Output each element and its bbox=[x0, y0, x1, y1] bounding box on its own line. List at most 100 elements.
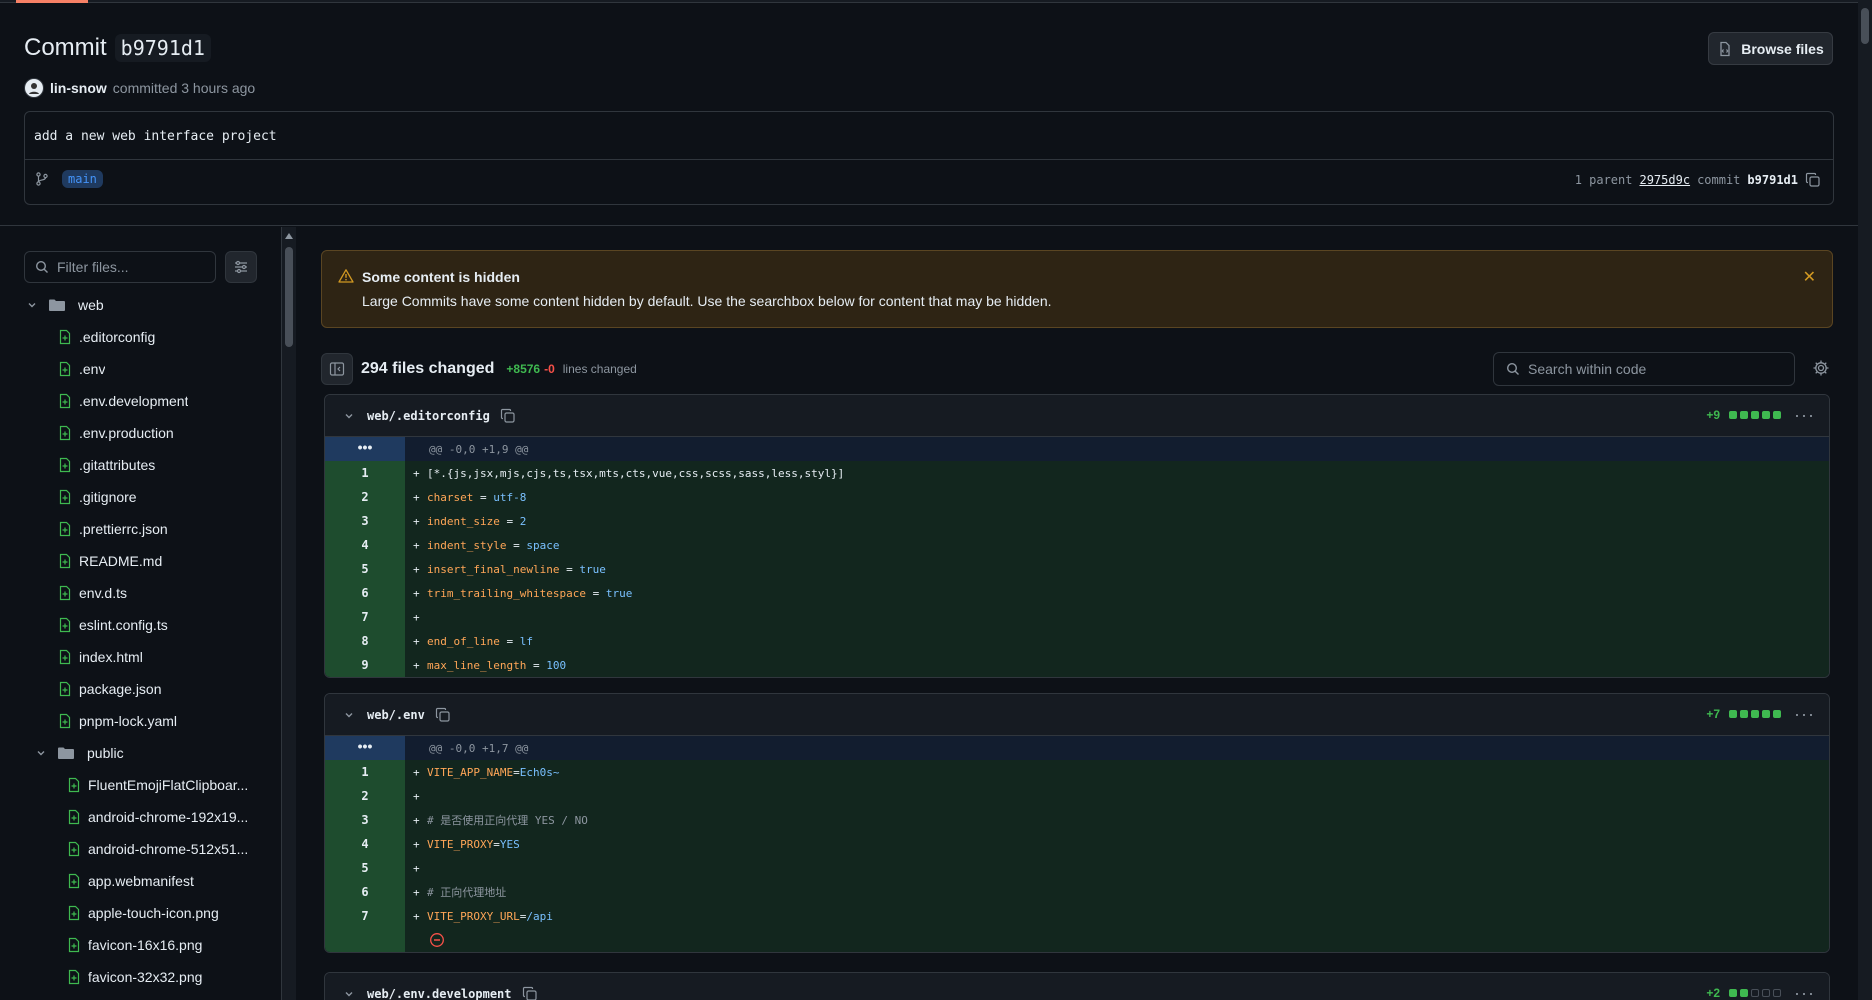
page-scroll-thumb[interactable] bbox=[1861, 8, 1869, 44]
close-icon[interactable]: ✕ bbox=[1803, 267, 1816, 287]
diff-stat-count: +9 bbox=[1706, 408, 1720, 422]
file-added-icon bbox=[57, 457, 73, 473]
chevron-down-icon[interactable] bbox=[35, 747, 47, 759]
line-number[interactable]: 7 bbox=[325, 605, 405, 629]
toggle-sidebar-button[interactable] bbox=[321, 353, 353, 385]
page-title: Commit b9791d1 bbox=[24, 34, 211, 62]
tree-file[interactable]: .editorconfig bbox=[0, 321, 270, 353]
gear-icon[interactable] bbox=[1812, 359, 1830, 377]
chevron-down-icon[interactable] bbox=[343, 709, 355, 721]
kebab-menu-icon[interactable]: ··· bbox=[1794, 704, 1815, 725]
tree-file[interactable]: .gitignore bbox=[0, 481, 270, 513]
line-number[interactable]: 2 bbox=[325, 784, 405, 808]
tree-file[interactable]: .env bbox=[0, 353, 270, 385]
files-changed-count: 294 files changed bbox=[361, 360, 495, 377]
copy-icon[interactable] bbox=[1805, 172, 1821, 188]
tree-file[interactable]: pnpm-lock.yaml bbox=[0, 705, 270, 737]
line-number[interactable]: 4 bbox=[325, 533, 405, 557]
copy-icon[interactable] bbox=[500, 408, 516, 424]
tree-file[interactable]: FluentEmojiFlatClipboar... bbox=[0, 769, 270, 801]
copy-icon[interactable] bbox=[435, 707, 451, 723]
kebab-menu-icon[interactable]: ··· bbox=[1794, 405, 1815, 426]
diff-filename[interactable]: web/.editorconfig bbox=[367, 409, 490, 423]
code-value: Ech0s~ bbox=[519, 765, 560, 779]
tree-item-label: android-chrome-512x51... bbox=[88, 841, 249, 857]
line-number[interactable]: 3 bbox=[325, 509, 405, 533]
diff-line: 3 + # 是否使用正向代理 YES / NO bbox=[325, 808, 1829, 832]
tree-file[interactable]: apple-touch-icon.png bbox=[0, 897, 270, 929]
hunk-header: ••• @@ -0,0 +1,7 @@ bbox=[325, 736, 1829, 760]
kebab-menu-icon[interactable]: ··· bbox=[1794, 983, 1815, 1000]
browse-files-button[interactable]: Browse files bbox=[1708, 32, 1833, 65]
tree-file[interactable]: favicon-32x32.png bbox=[0, 961, 270, 993]
diff-stat: +9 bbox=[1706, 408, 1781, 422]
tree-file[interactable]: eslint.config.ts bbox=[0, 609, 270, 641]
tree-file[interactable]: favicon-16x16.png bbox=[0, 929, 270, 961]
chevron-down-icon[interactable] bbox=[343, 410, 355, 422]
tree-file[interactable]: .env.development bbox=[0, 385, 270, 417]
line-code: charset = utf-8 bbox=[427, 491, 526, 504]
parent-sha-link[interactable]: 2975d9c bbox=[1639, 173, 1690, 187]
tree-file[interactable]: app.webmanifest bbox=[0, 865, 270, 897]
diff-filename[interactable]: web/.env.development bbox=[367, 987, 512, 1000]
code-operator: = bbox=[526, 658, 547, 672]
tree-file[interactable]: android-chrome-192x19... bbox=[0, 801, 270, 833]
line-number[interactable]: 5 bbox=[325, 856, 405, 880]
no-newline-row bbox=[325, 928, 1829, 952]
filter-files-input[interactable]: Filter files... bbox=[24, 251, 216, 283]
code-text: [*.{js,jsx,mjs,cjs,ts,tsx,mts,cts,vue,cs… bbox=[427, 466, 845, 480]
chevron-down-icon[interactable] bbox=[343, 988, 355, 1000]
line-number[interactable]: 3 bbox=[325, 808, 405, 832]
line-number[interactable]: 6 bbox=[325, 581, 405, 605]
tree-file[interactable]: package.json bbox=[0, 673, 270, 705]
diff-line: 7 + VITE_PROXY_URL=/api bbox=[325, 904, 1829, 928]
code-value: 2 bbox=[519, 514, 527, 528]
line-number[interactable]: 4 bbox=[325, 832, 405, 856]
file-added-icon bbox=[57, 361, 73, 377]
line-number[interactable]: 7 bbox=[325, 904, 405, 928]
hunk-range: @@ -0,0 +1,7 @@ bbox=[429, 741, 529, 755]
tree-folder-public[interactable]: public bbox=[0, 737, 270, 769]
scroll-thumb[interactable] bbox=[285, 247, 293, 347]
tree-file[interactable]: .env.production bbox=[0, 417, 270, 449]
line-number[interactable]: 9 bbox=[325, 653, 405, 677]
tree-file[interactable]: env.d.ts bbox=[0, 577, 270, 609]
branch-link[interactable]: main bbox=[62, 170, 103, 188]
file-added-icon bbox=[57, 713, 73, 729]
search-within-code-input[interactable]: Search within code bbox=[1493, 352, 1795, 386]
line-number[interactable]: 1 bbox=[325, 760, 405, 784]
line-number[interactable]: 8 bbox=[325, 629, 405, 653]
folder-icon bbox=[48, 297, 66, 313]
tree-item-label: .env bbox=[79, 361, 106, 377]
line-marker: + bbox=[413, 466, 420, 480]
tree-file[interactable]: index.html bbox=[0, 641, 270, 673]
tree-item-label: app.webmanifest bbox=[88, 873, 194, 889]
tree-file[interactable]: .gitattributes bbox=[0, 449, 270, 481]
sidebar-scrollbar[interactable] bbox=[282, 227, 296, 1000]
expand-hunk-button[interactable]: ••• bbox=[325, 736, 405, 760]
diff-filename[interactable]: web/.env bbox=[367, 708, 425, 722]
diff-stat: +7 bbox=[1706, 707, 1781, 721]
chevron-down-icon[interactable] bbox=[26, 299, 38, 311]
additions-count: +8576 bbox=[506, 362, 541, 376]
expand-hunk-button[interactable]: ••• bbox=[325, 437, 405, 461]
line-marker: + bbox=[413, 610, 420, 624]
line-code: end_of_line = lf bbox=[427, 635, 533, 648]
page-scrollbar[interactable] bbox=[1858, 0, 1872, 1000]
line-number[interactable]: 1 bbox=[325, 461, 405, 485]
filter-options-button[interactable] bbox=[225, 251, 257, 283]
author-link[interactable]: lin-snow bbox=[50, 80, 107, 96]
line-number[interactable]: 2 bbox=[325, 485, 405, 509]
line-number[interactable]: 5 bbox=[325, 557, 405, 581]
tree-file[interactable]: android-chrome-512x51... bbox=[0, 833, 270, 865]
code-operator: = bbox=[585, 586, 606, 600]
copy-icon[interactable] bbox=[522, 986, 538, 1000]
tree-file[interactable]: .prettierrc.json bbox=[0, 513, 270, 545]
tree-folder-web[interactable]: web bbox=[0, 289, 270, 321]
line-number[interactable]: 6 bbox=[325, 880, 405, 904]
line-code: max_line_length = 100 bbox=[427, 659, 566, 672]
avatar[interactable] bbox=[24, 78, 44, 98]
file-added-icon bbox=[57, 553, 73, 569]
scroll-up-arrow[interactable] bbox=[285, 233, 293, 239]
tree-file[interactable]: README.md bbox=[0, 545, 270, 577]
